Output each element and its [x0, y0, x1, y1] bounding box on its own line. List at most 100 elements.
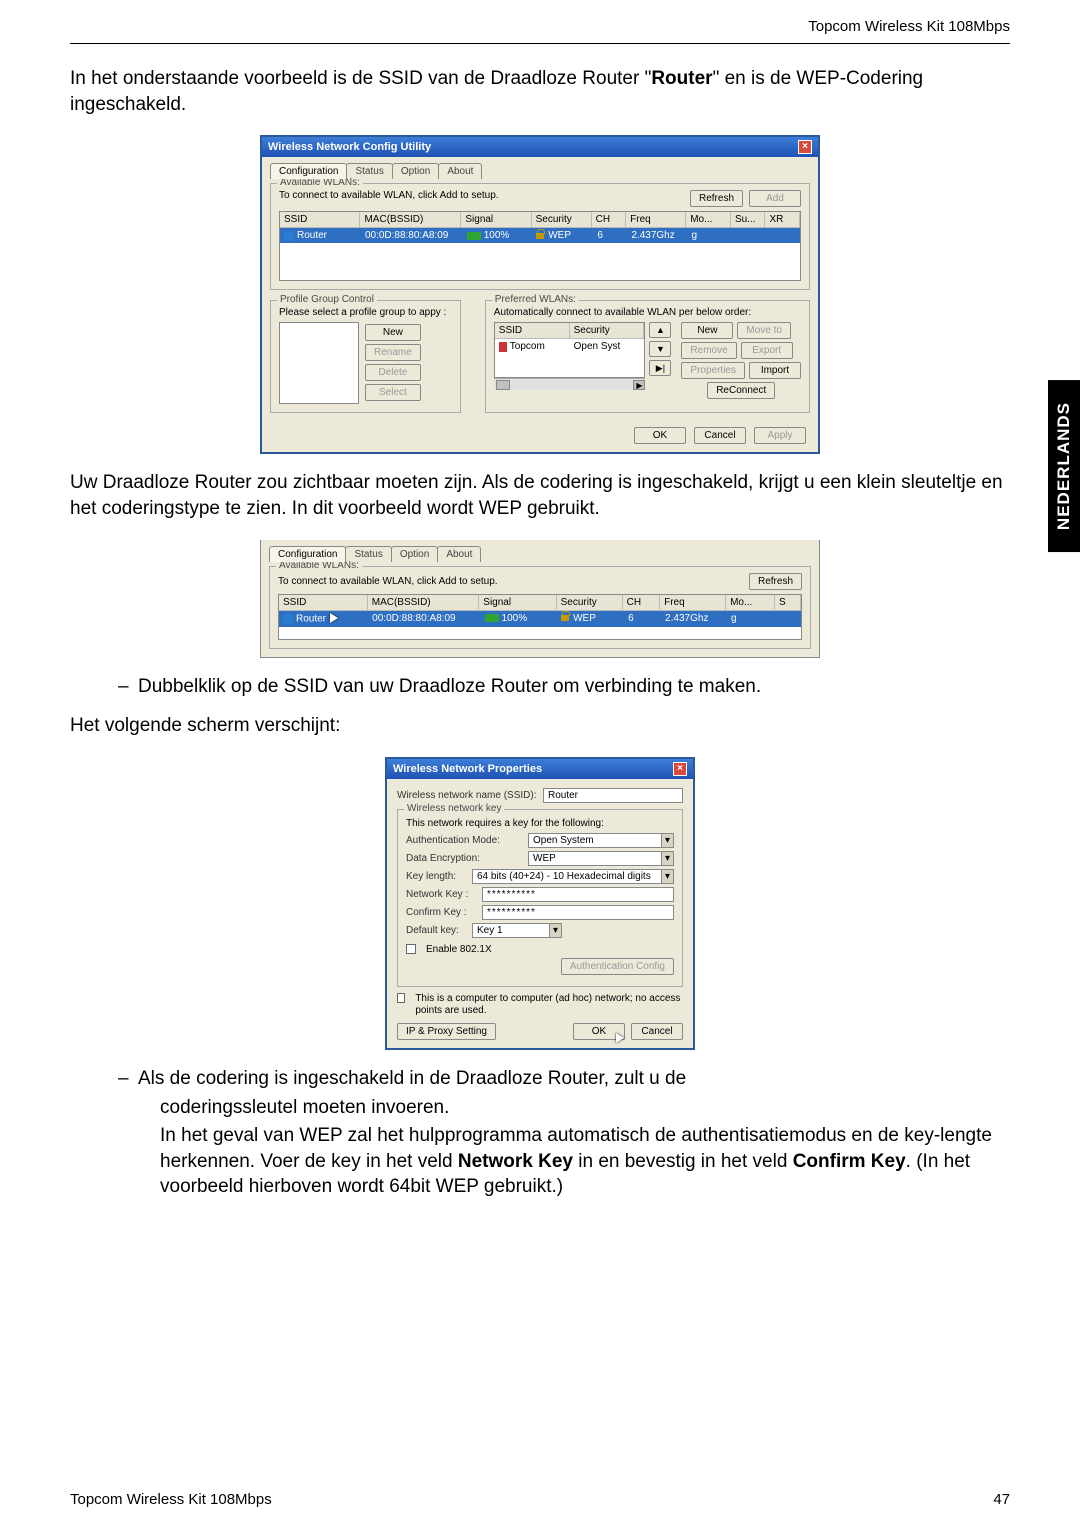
pref-new-button[interactable]: New — [681, 322, 733, 339]
auth-mode-select[interactable]: Open System▾ — [528, 833, 674, 848]
preferred-row-topcom[interactable]: Topcom Open Syst — [495, 339, 645, 354]
available-note-2: To connect to available WLAN, click Add … — [278, 576, 498, 587]
tab2-option[interactable]: Option — [391, 546, 438, 562]
refresh-button[interactable]: Refresh — [690, 190, 743, 207]
cancel-button[interactable]: Cancel — [694, 427, 746, 444]
pref-import-button[interactable]: Import — [749, 362, 801, 379]
data-enc-select[interactable]: WEP▾ — [528, 851, 674, 866]
bullet-2-bold-1: Network Key — [458, 1151, 573, 1172]
move-out-button[interactable]: ▶| — [649, 360, 671, 376]
col2-ch[interactable]: CH — [623, 595, 660, 611]
close-icon[interactable]: × — [798, 140, 812, 154]
header-rule — [70, 43, 1010, 44]
cancel-button-3[interactable]: Cancel — [631, 1023, 683, 1040]
cell2-ssid: Router — [296, 613, 326, 624]
col2-signal[interactable]: Signal — [479, 595, 556, 611]
profile-new-button[interactable]: New — [365, 324, 421, 341]
key-note: This network requires a key for the foll… — [406, 818, 674, 829]
col-ch[interactable]: CH — [592, 212, 627, 228]
apply-button[interactable]: Apply — [754, 427, 806, 444]
col2-freq[interactable]: Freq — [660, 595, 726, 611]
profile-delete-button[interactable]: Delete — [365, 364, 421, 381]
col-security[interactable]: Security — [532, 212, 592, 228]
wlan-list-2[interactable]: SSID MAC(BSSID) Signal Security CH Freq … — [278, 594, 802, 640]
col-mode[interactable]: Mo... — [686, 212, 731, 228]
col-ssid[interactable]: SSID — [280, 212, 360, 228]
tab-option[interactable]: Option — [392, 163, 439, 179]
key-length-value: 64 bits (40+24) - 10 Hexadecimal digits — [477, 871, 651, 882]
wlan-list[interactable]: SSID MAC(BSSID) Signal Security CH Freq … — [279, 211, 801, 281]
col-freq[interactable]: Freq — [626, 212, 686, 228]
profile-list[interactable] — [279, 322, 359, 404]
profile-select-button[interactable]: Select — [365, 384, 421, 401]
scrollbar-thumb[interactable] — [496, 380, 510, 390]
key-length-label: Key length: — [406, 871, 466, 882]
profile-rename-button[interactable]: Rename — [365, 344, 421, 361]
scrollbar-right-arrow-icon[interactable]: ▶ — [633, 380, 645, 390]
move-down-button[interactable]: ▼ — [649, 341, 671, 357]
ssid-input[interactable]: Router — [543, 788, 683, 803]
col-mac[interactable]: MAC(BSSID) — [360, 212, 461, 228]
ssid-label: Wireless network name (SSID): — [397, 790, 537, 801]
tab-about[interactable]: About — [438, 163, 482, 179]
cell-freq: 2.437Ghz — [627, 228, 687, 243]
confirm-key-input[interactable]: ********** — [482, 905, 674, 920]
col-su[interactable]: Su... — [731, 212, 766, 228]
ip-proxy-button[interactable]: IP & Proxy Setting — [397, 1023, 496, 1040]
bullet-2: –Als de codering is ingeschakeld in de D… — [118, 1066, 1010, 1092]
dialog-title-text: Wireless Network Config Utility — [268, 141, 431, 153]
pref-moveto-button[interactable]: Move to — [737, 322, 791, 339]
col2-mac[interactable]: MAC(BSSID) — [368, 595, 480, 611]
default-key-select[interactable]: Key 1▾ — [472, 923, 562, 938]
refresh-button-2[interactable]: Refresh — [749, 573, 802, 590]
default-key-label: Default key: — [406, 925, 466, 936]
cell-mac: 00:0D:88:80:A8:09 — [361, 228, 463, 243]
available-wlans-group-2: Available WLANs: To connect to available… — [269, 566, 811, 649]
wireless-key-group-label: Wireless network key — [404, 803, 504, 814]
profile-group-control: Profile Group Control Please select a pr… — [270, 300, 461, 413]
auth-config-button[interactable]: Authentication Config — [561, 958, 674, 975]
col-xr[interactable]: XR — [765, 212, 800, 228]
pref-col-security[interactable]: Security — [570, 323, 645, 338]
chevron-down-icon-3: ▾ — [661, 870, 673, 883]
col2-s[interactable]: S — [775, 595, 801, 611]
chevron-down-icon: ▾ — [661, 834, 673, 847]
move-up-button[interactable]: ▲ — [649, 322, 671, 338]
pref-remove-button[interactable]: Remove — [681, 342, 736, 359]
preferred-scrollbar[interactable]: ▶ — [494, 378, 646, 390]
network-properties-dialog: Wireless Network Properties × Wireless n… — [385, 757, 695, 1050]
tab-configuration[interactable]: Configuration — [270, 163, 347, 179]
ok-button[interactable]: OK — [634, 427, 686, 444]
paragraph-2: Uw Draadloze Router zou zichtbaar moeten… — [70, 470, 1010, 521]
bullet-dash-2: – — [118, 1066, 138, 1092]
col2-security[interactable]: Security — [557, 595, 623, 611]
adhoc-checkbox[interactable] — [397, 993, 405, 1003]
preferred-list[interactable]: SSID Security Topcom Open Syst — [494, 322, 646, 378]
tab2-configuration[interactable]: Configuration — [269, 546, 346, 562]
col2-mode[interactable]: Mo... — [726, 595, 775, 611]
key-length-select[interactable]: 64 bits (40+24) - 10 Hexadecimal digits ▾ — [472, 869, 674, 884]
preferred-wlans-label: Preferred WLANs: — [492, 294, 579, 305]
network-key-input[interactable]: ********** — [482, 887, 674, 902]
tab2-about[interactable]: About — [437, 546, 481, 562]
data-enc-value: WEP — [533, 853, 556, 864]
pref-reconnect-button[interactable]: ReConnect — [707, 382, 775, 399]
col2-ssid[interactable]: SSID — [279, 595, 368, 611]
enable-8021x-checkbox[interactable] — [406, 944, 416, 954]
cell-xr — [766, 228, 800, 243]
bullet-dash-1: – — [118, 674, 138, 700]
wlan-row-router[interactable]: Router 00:0D:88:80:A8:09 100% WEP 6 2.43… — [280, 228, 800, 243]
col-signal[interactable]: Signal — [461, 212, 531, 228]
pref-cell-ssid: Topcom — [510, 341, 545, 352]
bullet-2-line2: coderingssleutel moeten invoeren. — [160, 1095, 1010, 1121]
add-button[interactable]: Add — [749, 190, 801, 207]
ok-button-3[interactable]: OK — [573, 1023, 625, 1040]
pref-col-ssid[interactable]: SSID — [495, 323, 570, 338]
footer-page-number: 47 — [993, 1491, 1010, 1508]
wlan-row-router-2[interactable]: Router 00:0D:88:80:A8:09 100% WEP 6 2.43… — [279, 611, 801, 627]
pref-properties-button[interactable]: Properties — [681, 362, 745, 379]
close-icon-3[interactable]: × — [673, 762, 687, 776]
default-key-value: Key 1 — [477, 925, 503, 936]
pref-export-button[interactable]: Export — [741, 342, 793, 359]
cursor-icon-2 — [616, 1033, 626, 1045]
